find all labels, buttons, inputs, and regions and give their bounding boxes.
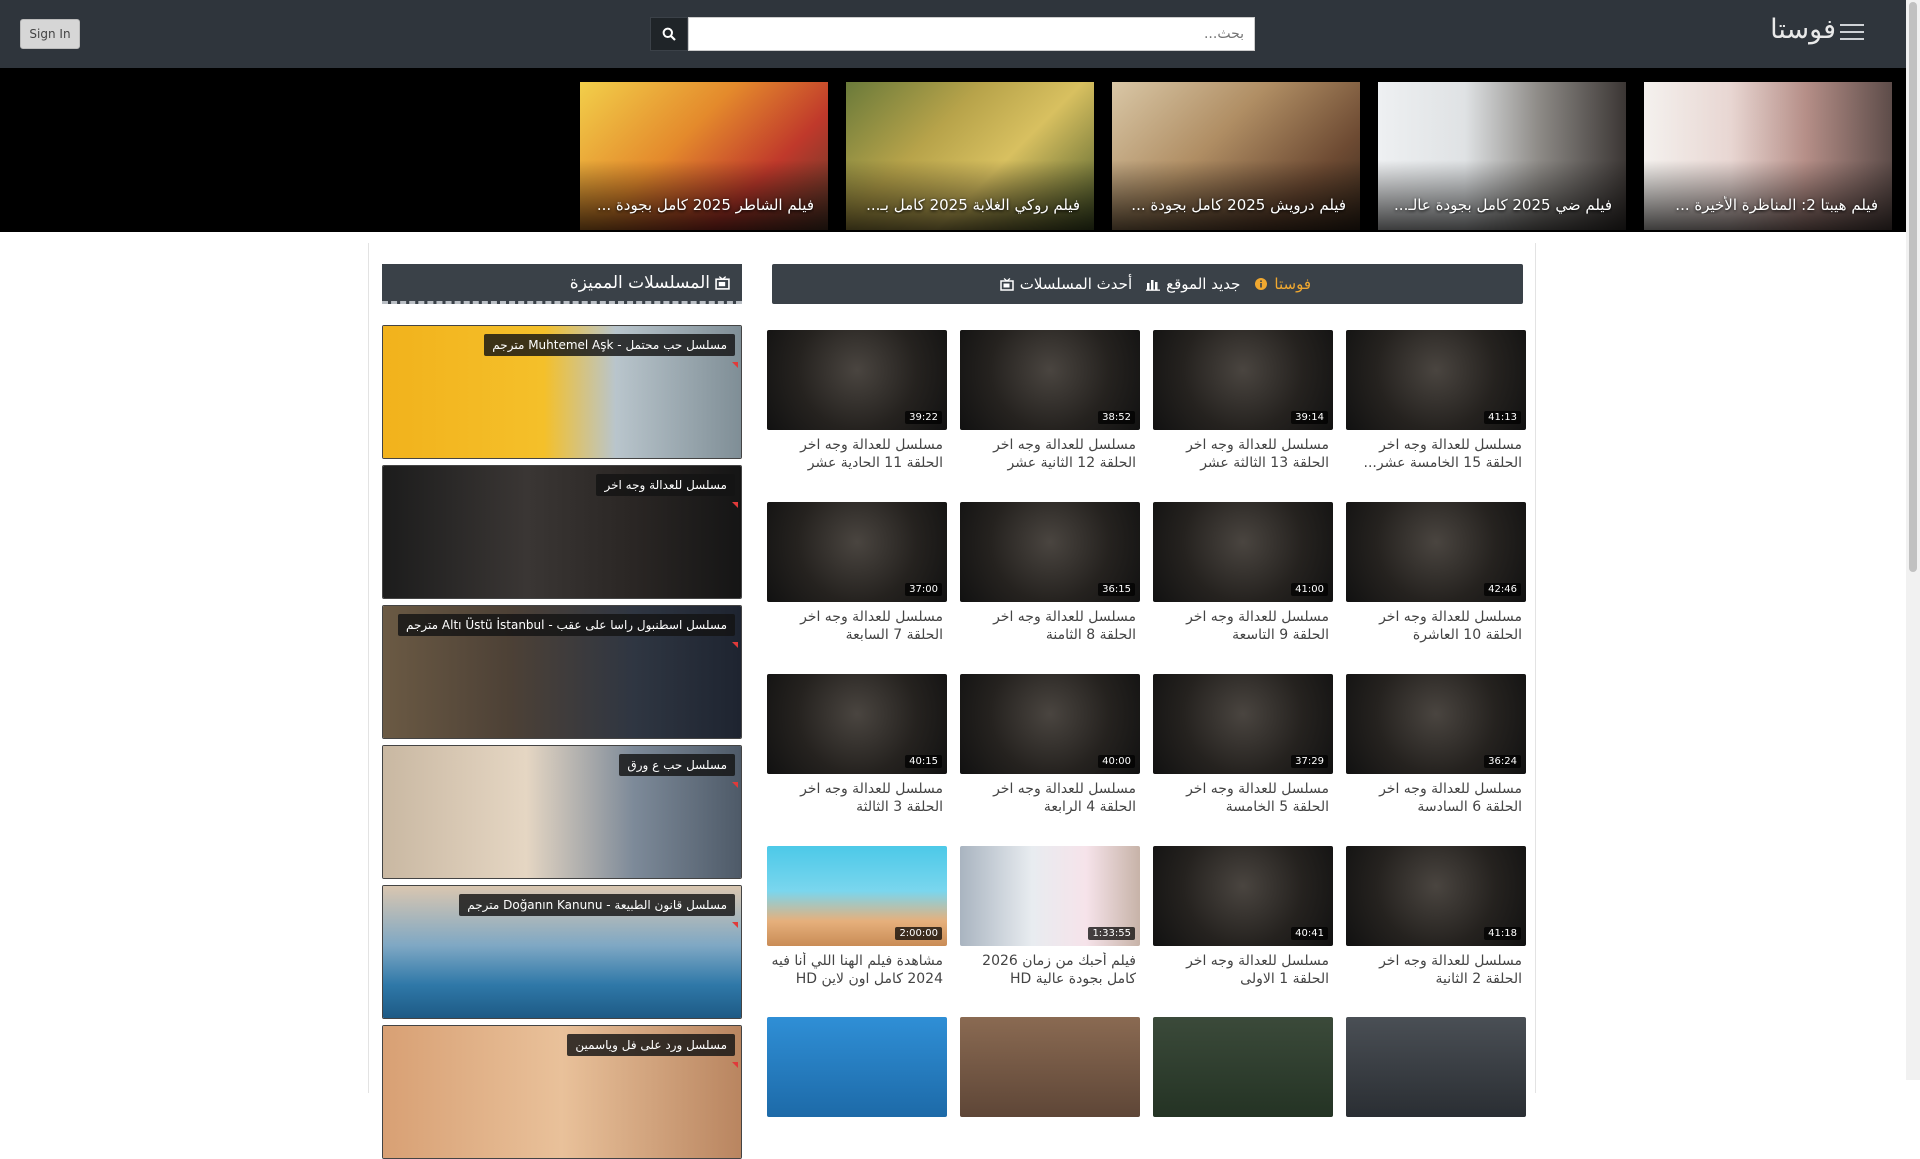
search-input[interactable]	[688, 17, 1255, 51]
tv-icon	[999, 277, 1014, 291]
duration-badge: 37:29	[1291, 755, 1328, 768]
duration-badge: 2:00:00	[895, 927, 942, 940]
search-form	[650, 17, 1255, 51]
tab-latest-series[interactable]: أحدث المسلسلات	[999, 275, 1133, 293]
duration-badge: 38:52	[1098, 411, 1135, 424]
slider-item-title: فيلم هيبتا 2: المناظرة الأخيرة ...	[1675, 196, 1878, 214]
duration-badge: 39:22	[905, 411, 942, 424]
duration-badge: 1:33:55	[1088, 927, 1135, 940]
search-icon	[662, 27, 676, 41]
episode-thumbnail[interactable]: 41:13	[1346, 330, 1526, 430]
duration-badge: 39:14	[1291, 411, 1328, 424]
tab-label: جديد الموقع	[1166, 275, 1241, 293]
featured-series-card[interactable]: مسلسل حب محتمل - Muhtemel Aşk مترجم	[382, 325, 742, 459]
episode-title[interactable]: مسلسل للعدالة وجه اخر الحلقة 9 التاسعة	[1153, 608, 1329, 644]
series-label: مسلسل للعدالة وجه اخر	[596, 474, 735, 496]
slider-item[interactable]: فيلم الشاطر 2025 كامل بجودة ...	[580, 82, 828, 230]
tab-label: أحدث المسلسلات	[1019, 275, 1133, 293]
episode-title[interactable]: مسلسل للعدالة وجه اخر الحلقة 1 الاولى	[1153, 952, 1329, 988]
duration-badge: 41:18	[1484, 927, 1521, 940]
duration-badge: 40:15	[905, 755, 942, 768]
movie-thumbnail[interactable]: 2:00:00	[767, 846, 947, 946]
hamburger-menu-icon[interactable]	[1840, 24, 1864, 42]
featured-slider: فيلم الشاطر 2025 كامل بجودة ... فيلم روك…	[0, 68, 1906, 232]
section-tabs-bar: فوستا جديد الموقع أحدث المسلسلات	[772, 264, 1523, 304]
series-label: مسلسل ورد على فل وياسمين	[567, 1034, 735, 1056]
series-label: مسلسل حب محتمل - Muhtemel Aşk مترجم	[484, 334, 735, 356]
episode-thumbnail[interactable]: 41:00	[1153, 502, 1333, 602]
episode-title[interactable]: مسلسل للعدالة وجه اخر الحلقة 8 الثامنة	[960, 608, 1136, 644]
slider-item[interactable]: فيلم ضي 2025 كامل بجودة عالـ...	[1378, 82, 1626, 230]
episode-title[interactable]: مسلسل للعدالة وجه اخر الحلقة 6 السادسة	[1346, 780, 1522, 816]
episode-thumbnail[interactable]: 38:52	[960, 330, 1140, 430]
duration-badge: 42:46	[1484, 583, 1521, 596]
duration-badge: 37:00	[905, 583, 942, 596]
search-button[interactable]	[650, 17, 688, 51]
episode-title[interactable]: مسلسل للعدالة وجه اخر الحلقة 13 الثالثة …	[1153, 436, 1329, 472]
episode-title[interactable]: مسلسل للعدالة وجه اخر الحلقة 11 الحادية …	[767, 436, 943, 472]
info-icon	[1255, 278, 1268, 290]
movie-title[interactable]: مشاهدة فيلم الهنا اللي أنا فيه 2024 كامل…	[767, 952, 943, 988]
featured-series-header: المسلسلات المميزة	[382, 264, 742, 304]
featured-series-card[interactable]: مسلسل للعدالة وجه اخر	[382, 465, 742, 599]
sign-in-button[interactable]: Sign In	[20, 19, 80, 49]
series-label: مسلسل اسطنبول راسا على عقب - Altı Üstü İ…	[398, 614, 735, 636]
slider-item[interactable]: فيلم روكي الغلابة 2025 كامل بـ...	[846, 82, 1094, 230]
episode-title[interactable]: مسلسل للعدالة وجه اخر الحلقة 3 الثالثة	[767, 780, 943, 816]
series-label: مسلسل قانون الطبيعة - Doğanın Kanunu متر…	[459, 894, 735, 916]
episode-thumbnail[interactable]: 39:22	[767, 330, 947, 430]
episode-title[interactable]: مسلسل للعدالة وجه اخر الحلقة 12 الثانية …	[960, 436, 1136, 472]
episode-thumbnail[interactable]: 37:29	[1153, 674, 1333, 774]
tab-new-on-site[interactable]: جديد الموقع	[1146, 275, 1240, 293]
slider-item[interactable]: فيلم هيبتا 2: المناظرة الأخيرة ...	[1644, 82, 1892, 230]
duration-badge: 36:24	[1484, 755, 1521, 768]
episode-thumbnail[interactable]: 42:46	[1346, 502, 1526, 602]
slider-item-title: فيلم درويش 2025 كامل بجودة ...	[1131, 196, 1346, 214]
slider-item-title: فيلم الشاطر 2025 كامل بجودة ...	[596, 196, 814, 214]
episode-title[interactable]: مسلسل للعدالة وجه اخر الحلقة 10 العاشرة	[1346, 608, 1522, 644]
episode-thumbnail[interactable]: 41:18	[1346, 846, 1526, 946]
featured-series-card[interactable]: مسلسل اسطنبول راسا على عقب - Altı Üstü İ…	[382, 605, 742, 739]
episode-thumbnail[interactable]: 40:15	[767, 674, 947, 774]
site-logo[interactable]: فوستا	[1770, 14, 1836, 45]
episode-title[interactable]: مسلسل للعدالة وجه اخر الحلقة 15 الخامسة …	[1346, 436, 1522, 472]
chart-icon	[1146, 280, 1161, 291]
duration-badge: 40:41	[1291, 927, 1328, 940]
movie-thumbnail[interactable]: 1:33:55	[960, 846, 1140, 946]
slider-item-title: فيلم ضي 2025 كامل بجودة عالـ...	[1394, 196, 1612, 214]
tab-fosta[interactable]: فوستا	[1254, 275, 1311, 293]
episode-thumbnail[interactable]: 40:41	[1153, 846, 1333, 946]
movie-title[interactable]: فيلم أحبك من زمان 2026 كامل بجودة عالية …	[960, 952, 1136, 988]
series-label: مسلسل حب ع ورق	[619, 754, 735, 776]
page-scrollbar-thumb[interactable]	[1909, 2, 1917, 572]
top-header: Sign In فوستا	[0, 0, 1906, 68]
episode-title[interactable]: مسلسل للعدالة وجه اخر الحلقة 4 الرابعة	[960, 780, 1136, 816]
episode-title[interactable]: مسلسل للعدالة وجه اخر الحلقة 2 الثانية	[1346, 952, 1522, 988]
episode-thumbnail[interactable]	[1346, 1017, 1526, 1117]
episode-thumbnail[interactable]: 40:00	[960, 674, 1140, 774]
duration-badge: 40:00	[1098, 755, 1135, 768]
episode-thumbnail[interactable]	[960, 1017, 1140, 1117]
duration-badge: 41:00	[1291, 583, 1328, 596]
featured-series-card[interactable]: مسلسل حب ع ورق	[382, 745, 742, 879]
sidebar-title: المسلسلات المميزة	[569, 273, 710, 293]
episode-title[interactable]: مسلسل للعدالة وجه اخر الحلقة 7 السابعة	[767, 608, 943, 644]
duration-badge: 36:15	[1098, 583, 1135, 596]
episode-thumbnail[interactable]: 36:24	[1346, 674, 1526, 774]
slider-item[interactable]: فيلم درويش 2025 كامل بجودة ...	[1112, 82, 1360, 230]
episode-title[interactable]: مسلسل للعدالة وجه اخر الحلقة 5 الخامسة	[1153, 780, 1329, 816]
movie-thumbnail[interactable]	[767, 1017, 947, 1117]
episode-thumbnail[interactable]: 37:00	[767, 502, 947, 602]
episode-thumbnail[interactable]: 36:15	[960, 502, 1140, 602]
episode-thumbnail[interactable]	[1153, 1017, 1333, 1117]
tv-icon	[715, 276, 730, 290]
featured-series-card[interactable]: مسلسل ورد على فل وياسمين	[382, 1025, 742, 1159]
episode-thumbnail[interactable]: 39:14	[1153, 330, 1333, 430]
slider-item-title: فيلم روكي الغلابة 2025 كامل بـ...	[866, 196, 1080, 214]
featured-series-card[interactable]: مسلسل قانون الطبيعة - Doğanın Kanunu متر…	[382, 885, 742, 1019]
duration-badge: 41:13	[1484, 411, 1521, 424]
tab-label: فوستا	[1274, 275, 1311, 293]
